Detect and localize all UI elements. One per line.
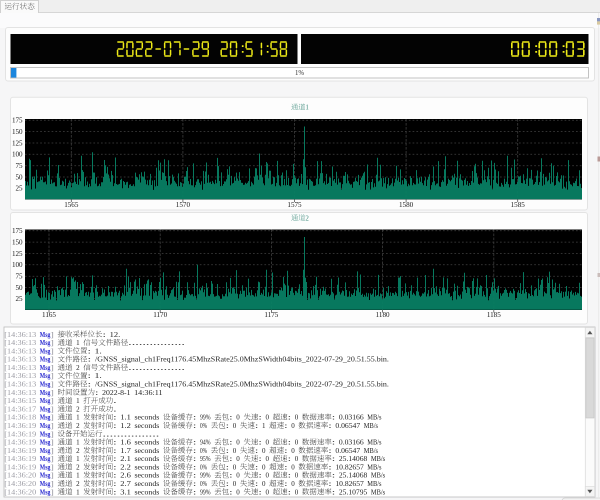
svg-text:seconds: seconds bbox=[135, 487, 160, 496]
svg-text:75: 75 bbox=[16, 162, 24, 170]
svg-text::: : bbox=[288, 487, 292, 496]
svg-text:1575: 1575 bbox=[287, 201, 302, 209]
svg-text:................: ................ bbox=[128, 338, 185, 347]
svg-text:1565: 1565 bbox=[64, 201, 79, 209]
svg-text:50: 50 bbox=[16, 173, 24, 181]
svg-text::: : bbox=[88, 355, 92, 364]
svg-text:0: 0 bbox=[236, 454, 240, 463]
svg-text:14:36:11: 14:36:11 bbox=[134, 388, 163, 397]
svg-text:2: 2 bbox=[76, 363, 80, 372]
svg-text:125: 125 bbox=[12, 250, 23, 258]
svg-text:0: 0 bbox=[295, 487, 299, 496]
svg-text:2: 2 bbox=[76, 421, 80, 430]
svg-text:1: 1 bbox=[262, 421, 266, 430]
svg-text::: : bbox=[88, 380, 92, 389]
svg-text:2: 2 bbox=[305, 214, 309, 222]
svg-text:0: 0 bbox=[236, 413, 240, 422]
svg-text:175: 175 bbox=[12, 227, 23, 235]
svg-text:1580: 1580 bbox=[399, 201, 414, 209]
svg-text:3.1: 3.1 bbox=[120, 487, 131, 496]
svg-text:1: 1 bbox=[76, 487, 80, 496]
svg-text:1585: 1585 bbox=[511, 201, 526, 209]
svg-text::: : bbox=[113, 487, 117, 496]
svg-text::: : bbox=[332, 487, 336, 496]
svg-text:0: 0 bbox=[266, 487, 270, 496]
svg-text:MB/s: MB/s bbox=[364, 421, 378, 430]
svg-text:]: ] bbox=[50, 487, 54, 496]
svg-text:125: 125 bbox=[12, 139, 23, 147]
svg-text:0: 0 bbox=[266, 413, 270, 422]
svg-text:25: 25 bbox=[16, 295, 24, 303]
svg-text:100: 100 bbox=[12, 151, 23, 159]
svg-text:99%: 99% bbox=[200, 487, 211, 496]
svg-text:0: 0 bbox=[266, 471, 270, 480]
svg-text::: : bbox=[255, 421, 259, 430]
svg-text:[14:36:20: [14:36:20 bbox=[4, 487, 36, 496]
svg-text::: : bbox=[193, 421, 197, 430]
svg-text:................: ................ bbox=[128, 363, 185, 372]
svg-text:0%: 0% bbox=[200, 421, 207, 430]
svg-text:175: 175 bbox=[12, 117, 23, 125]
svg-text:0: 0 bbox=[266, 454, 270, 463]
svg-text:100: 100 bbox=[12, 261, 23, 269]
svg-text:1: 1 bbox=[305, 104, 309, 112]
svg-text:0: 0 bbox=[295, 471, 299, 480]
svg-text:150: 150 bbox=[12, 238, 23, 246]
svg-text::: : bbox=[226, 421, 230, 430]
svg-text:25: 25 bbox=[16, 185, 24, 193]
svg-text:75: 75 bbox=[16, 273, 24, 281]
svg-text:1165: 1165 bbox=[42, 311, 56, 319]
svg-text::: : bbox=[258, 487, 262, 496]
svg-text:0: 0 bbox=[295, 413, 299, 422]
svg-text:1170: 1170 bbox=[153, 311, 167, 319]
svg-text:0: 0 bbox=[295, 438, 299, 447]
svg-text::: : bbox=[229, 487, 233, 496]
svg-text:1%: 1% bbox=[295, 70, 304, 77]
svg-text:1: 1 bbox=[76, 338, 80, 347]
svg-text::: : bbox=[103, 330, 107, 339]
svg-text::: : bbox=[193, 487, 197, 496]
svg-text:0: 0 bbox=[236, 438, 240, 447]
svg-text:1185: 1185 bbox=[487, 311, 501, 319]
svg-text::: : bbox=[284, 421, 288, 430]
svg-text:0: 0 bbox=[233, 421, 237, 430]
svg-text:150: 150 bbox=[12, 128, 23, 136]
svg-text:0: 0 bbox=[266, 438, 270, 447]
svg-text::: : bbox=[95, 388, 99, 397]
svg-text:0.06547: 0.06547 bbox=[335, 421, 360, 430]
svg-text:1570: 1570 bbox=[176, 201, 191, 209]
svg-text::: : bbox=[328, 421, 332, 430]
svg-text:0: 0 bbox=[236, 487, 240, 496]
svg-text:50: 50 bbox=[16, 284, 24, 292]
svg-text:0: 0 bbox=[291, 421, 295, 430]
svg-text:MB/s: MB/s bbox=[371, 487, 385, 496]
svg-text:1180: 1180 bbox=[376, 311, 390, 319]
svg-text:Msg: Msg bbox=[40, 487, 51, 496]
svg-text:25.10795: 25.10795 bbox=[339, 487, 368, 496]
svg-text:0: 0 bbox=[295, 454, 299, 463]
svg-text:1175: 1175 bbox=[264, 311, 278, 319]
svg-text:12.: 12. bbox=[110, 330, 121, 339]
svg-text:0: 0 bbox=[236, 471, 240, 480]
